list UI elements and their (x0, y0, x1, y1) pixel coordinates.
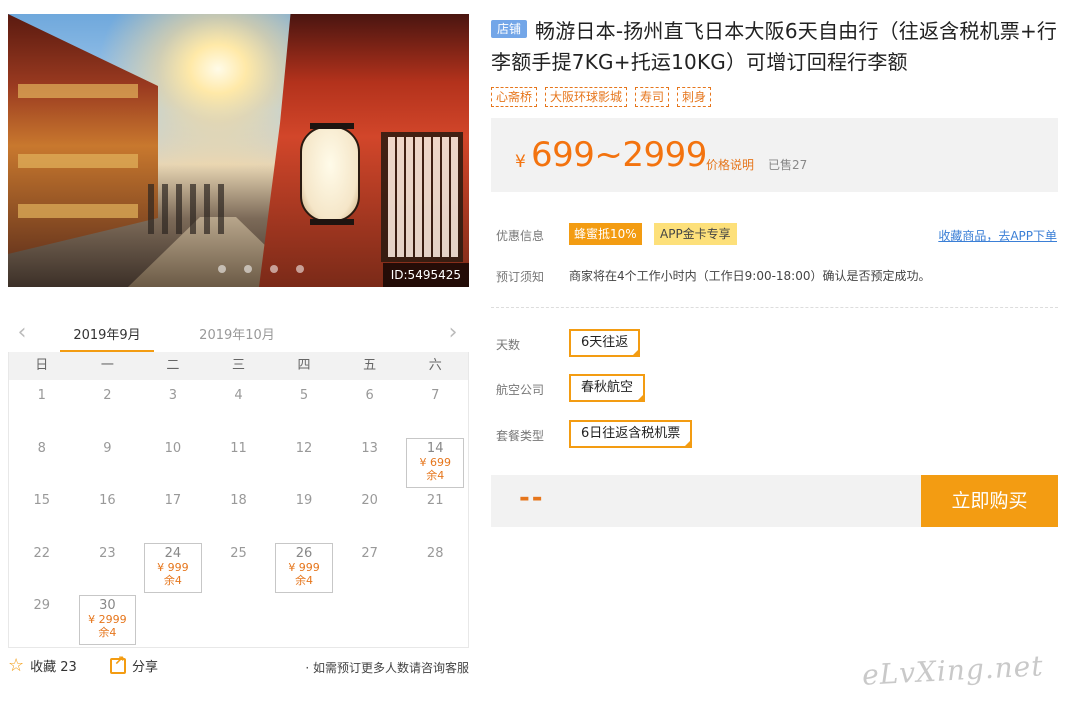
calendar-day: 21 (426, 493, 444, 508)
day-price: ¥ 2999 (88, 613, 127, 626)
calendar-month-nav: ‹ 2019年9月 2019年10月 › (8, 316, 469, 353)
share-icon (110, 654, 126, 674)
chevron-right-icon[interactable]: › (443, 321, 463, 345)
photo-crowd (148, 184, 228, 234)
calendar-day: 6 (365, 388, 374, 403)
star-icon: ☆ (8, 654, 25, 676)
calendar-day: 10 (164, 440, 182, 456)
weekday-label: 日 (35, 358, 49, 373)
calendar-day: 1 (37, 388, 46, 403)
chevron-left-icon[interactable]: ‹ (12, 321, 32, 345)
day-remaining: 余4 (426, 468, 445, 482)
calendar-day: 13 (361, 440, 378, 456)
photo-shop-building (8, 14, 158, 254)
promo-label: 优惠信息 (496, 229, 545, 243)
calendar-day: 12 (295, 440, 313, 456)
weekday-label: 五 (363, 358, 377, 373)
price-explain-link[interactable]: 价格说明 (706, 156, 754, 173)
calendar-day: 5 (299, 388, 309, 403)
favorite-label: 收藏 23 (30, 660, 77, 675)
day-remaining: 余4 (98, 626, 117, 639)
weekday-label: 一 (100, 358, 114, 373)
carousel-dots[interactable] (218, 265, 304, 273)
calendar-day: 16 (99, 493, 116, 508)
weekday-label: 四 (297, 358, 311, 373)
photo-sign-board (381, 132, 463, 262)
tag-item[interactable]: 刺身 (677, 87, 712, 107)
calendar-day: 8 (37, 440, 46, 456)
day-remaining: 余4 (295, 573, 314, 587)
calendar-day: 3 (168, 388, 178, 403)
product-title-block: 店铺 畅游日本-扬州直飞日本大阪6天自由行（往返含税机票+行李额手提7KG+托运… (491, 16, 1059, 78)
tab-month-sep[interactable]: 2019年9月 (60, 324, 154, 353)
calendar-day: 20 (361, 493, 378, 508)
image-id-tag: ID:5495425 (382, 263, 469, 287)
tab-month-oct[interactable]: 2019年10月 (190, 324, 284, 353)
product-title: 畅游日本-扬州直飞日本大阪6天自由行（往返含税机票+行李额手提7KG+托运10K… (491, 19, 1058, 74)
weekday-label: 三 (231, 358, 245, 373)
calendar-day-available[interactable]: 14 ¥ 699 余4 (406, 437, 464, 488)
sold-count: 已售27 (768, 158, 808, 172)
app-order-link[interactable]: 收藏商品，去APP下单 (938, 227, 1057, 244)
calendar-day: 11 (230, 440, 247, 456)
calendar-day: 9 (103, 440, 112, 456)
consult-note: · 如需预订更多人数请咨询客服 (305, 661, 469, 675)
photo-lantern (300, 123, 360, 225)
option-label-airline: 航空公司 (496, 383, 545, 397)
calendar-day-available[interactable]: 24 ¥ 999 余4 (144, 542, 202, 593)
calendar-day: 28 (426, 545, 444, 561)
calendar-day: 19 (295, 493, 313, 508)
favorite-button[interactable]: ☆ 收藏 23 (8, 656, 77, 675)
notice-label: 预订须知 (496, 270, 545, 284)
promo-badge-honey: 蜂蜜抵10% (569, 223, 642, 245)
buy-bar: -- 立即购买 (491, 475, 1058, 527)
currency-symbol: ¥ (515, 152, 526, 172)
calendar-day: 27 (361, 545, 378, 561)
calendar-day: 25 (230, 545, 247, 561)
option-label-package: 套餐类型 (496, 429, 545, 443)
day-price: ¥ 699 (419, 455, 451, 469)
buy-now-button[interactable]: 立即购买 (921, 475, 1058, 527)
product-photo: ID:5495425 (8, 14, 469, 287)
calendar-day-available[interactable]: 30 ¥ 2999 余4 (78, 595, 137, 645)
calendar-days: 1 2 3 4 5 6 7 8 9 10 11 12 13 14 ¥ 699 余… (9, 380, 468, 645)
notice-text: 商家将在4个工作小时内（工作日9:00-18:00）确认是否预定成功。 (569, 269, 931, 283)
share-button[interactable]: 分享 (110, 654, 159, 675)
calendar-day: 2 (103, 388, 112, 403)
calendar-day: 7 (431, 388, 440, 403)
tag-item[interactable]: 寿司 (635, 87, 670, 107)
calendar-day: 23 (99, 545, 116, 561)
share-label: 分享 (132, 660, 159, 675)
calendar-day: 22 (33, 545, 51, 561)
weekday-label: 二 (166, 358, 180, 373)
calendar-day: 18 (230, 493, 247, 508)
calendar-day: 29 (33, 598, 51, 613)
product-tags: 心斋桥 大阪环球影城 寿司 刺身 (491, 87, 712, 107)
product-actions: ☆ 收藏 23 分享 · 如需预订更多人数请咨询客服 (8, 654, 469, 680)
calendar: 日 一 二 三 四 五 六 1 2 3 4 5 6 7 8 9 10 11 12… (8, 352, 469, 648)
day-remaining: 余4 (163, 573, 182, 587)
calendar-weekday-header: 日 一 二 三 四 五 六 (9, 352, 468, 380)
price-range: 699~2999 (531, 135, 707, 175)
total-price: -- (519, 483, 545, 513)
calendar-day: 15 (33, 493, 51, 508)
calendar-day: 4 (234, 388, 243, 403)
calendar-day: 17 (164, 493, 182, 508)
tag-item[interactable]: 心斋桥 (491, 87, 538, 107)
option-package-selected[interactable]: 6日往返含税机票 (569, 420, 693, 448)
day-price: ¥ 999 (288, 560, 320, 574)
option-airline-selected[interactable]: 春秋航空 (569, 374, 646, 402)
weekday-label: 六 (428, 358, 442, 373)
tag-item[interactable]: 大阪环球影城 (545, 87, 628, 107)
price-box: ¥ 699~2999 价格说明 已售27 (491, 118, 1058, 192)
watermark-logo: eLvXing.net (861, 649, 1045, 692)
calendar-day-available[interactable]: 26 ¥ 999 余4 (275, 542, 333, 593)
option-days-selected[interactable]: 6天往返 (569, 329, 641, 357)
section-divider (491, 307, 1058, 308)
option-label-days: 天数 (496, 338, 521, 352)
shop-badge[interactable]: 店铺 (491, 20, 528, 38)
promo-badge-app: APP金卡专享 (654, 223, 737, 245)
day-price: ¥ 999 (157, 560, 189, 574)
